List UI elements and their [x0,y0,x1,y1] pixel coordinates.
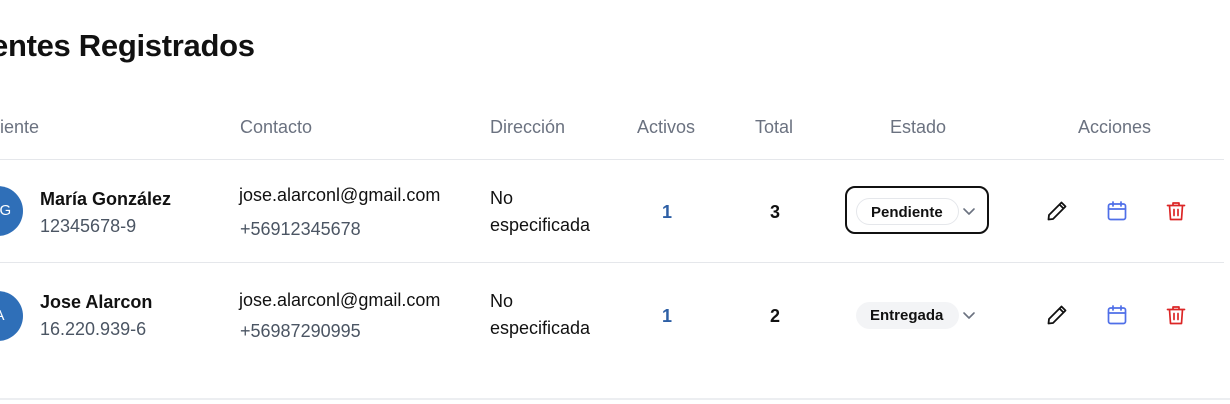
calendar-icon[interactable] [1105,199,1129,223]
card-bottom-edge [0,398,1230,400]
trash-icon[interactable] [1164,199,1188,223]
calendar-icon[interactable] [1105,303,1129,327]
activos-count[interactable]: 1 [652,202,682,223]
page-title: entes Registrados [0,28,255,63]
client-name: Jose Alarcon [40,292,153,312]
client-name: María González [40,189,172,209]
total-count: 2 [769,306,780,326]
chevron-down-icon[interactable] [961,203,977,219]
trash-icon[interactable] [1164,303,1188,327]
client-rut: 16.220.939-6 [40,319,147,339]
chevron-down-icon[interactable] [961,307,977,323]
pencil-icon[interactable] [1045,199,1069,223]
client-address: No especificada [490,185,610,239]
address-line: especificada [490,215,591,235]
header-cliente[interactable]: iente [0,117,39,138]
client-phone[interactable]: +56912345678 [240,219,361,240]
activos-count[interactable]: 1 [652,306,682,327]
client-address: No especificada [490,288,610,342]
address-line: No [490,291,514,311]
row-divider [0,262,1224,263]
header-divider [0,159,1224,160]
client-rut: 12345678-9 [40,216,137,236]
header-activos[interactable]: Activos [637,117,695,138]
header-direccion[interactable]: Dirección [490,117,565,138]
client-phone[interactable]: +56987290995 [240,321,361,342]
client-email[interactable]: jose.alarconl@gmail.com [239,185,440,206]
address-line: especificada [490,318,591,338]
header-contacto[interactable]: Contacto [240,117,312,138]
estado-select-value[interactable]: Pendiente [856,198,959,225]
avatar: JA [0,291,23,341]
client-email[interactable]: jose.alarconl@gmail.com [239,290,440,311]
header-acciones: Acciones [1078,117,1152,137]
header-estado[interactable]: Estado [890,117,946,138]
total-count: 3 [769,202,780,222]
pencil-icon[interactable] [1045,303,1069,327]
header-total[interactable]: Total [755,117,793,138]
address-line: No [490,188,514,208]
avatar: MG [0,186,23,236]
estado-select-value[interactable]: Entregada [856,302,959,329]
